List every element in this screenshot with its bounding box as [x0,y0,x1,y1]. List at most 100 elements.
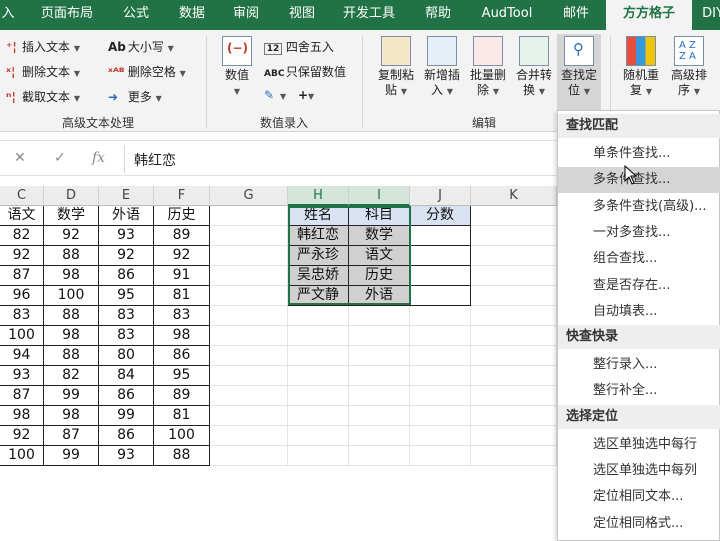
tab-help[interactable]: 帮助 [418,0,458,30]
menu-item[interactable]: 一对多查找... [558,220,720,246]
tab-review[interactable]: 审阅 [226,0,266,30]
table-cell[interactable]: 80 [99,346,154,366]
edit-format-button[interactable]: ✎ ▼ +▼ [264,88,314,102]
tab-insert[interactable]: 入 [0,0,16,30]
empty-cell[interactable] [471,426,557,446]
empty-cell[interactable] [210,346,288,366]
table-cell[interactable]: 83 [99,306,154,326]
empty-cell[interactable] [210,366,288,386]
menu-item[interactable]: 单条件查找... [558,141,720,167]
tab-page-layout[interactable]: 页面布局 [34,0,100,30]
confirm-icon[interactable]: ✓ [54,150,66,166]
empty-cell[interactable] [288,346,349,366]
table-cell[interactable]: 99 [44,446,99,466]
table-cell[interactable]: 82 [44,366,99,386]
tab-diy[interactable]: DIY [698,0,720,30]
lookup-cell[interactable]: 数学 [349,226,410,246]
table-cell[interactable]: 81 [154,406,210,426]
lookup-cell[interactable] [410,286,471,306]
table-cell[interactable]: 98 [0,406,44,426]
table-cell[interactable]: 89 [154,386,210,406]
lookup-cell[interactable]: 严永珍 [288,246,349,266]
empty-cell[interactable] [210,446,288,466]
empty-cell[interactable] [410,446,471,466]
column-header-k[interactable]: K [471,186,557,206]
empty-cell[interactable] [349,426,410,446]
empty-cell[interactable] [471,206,557,226]
lookup-header-cell[interactable]: 科目 [349,206,410,226]
column-header-h[interactable]: H [288,186,349,206]
table-cell[interactable]: 92 [44,226,99,246]
table-cell[interactable]: 86 [99,426,154,446]
empty-cell[interactable] [288,306,349,326]
table-cell[interactable]: 83 [154,306,210,326]
table-cell[interactable]: 86 [99,266,154,286]
table-cell[interactable]: 98 [44,406,99,426]
menu-item[interactable]: 整行补全... [558,378,720,404]
lookup-cell[interactable]: 韩红恋 [288,226,349,246]
table-cell[interactable]: 91 [154,266,210,286]
find-locate-button[interactable]: ⚲ 查找定位 ▼ [557,34,601,110]
table-cell[interactable]: 86 [154,346,210,366]
lookup-cell[interactable] [410,226,471,246]
empty-cell[interactable] [410,406,471,426]
empty-cell[interactable] [471,366,557,386]
empty-cell[interactable] [471,346,557,366]
delete-space-button[interactable]: ˣᴬᴮ 删除空格 ▼ [108,63,186,80]
menu-item[interactable]: 自动填表... [558,299,720,325]
empty-cell[interactable] [410,366,471,386]
table-cell[interactable]: 81 [154,286,210,306]
table-header-cell[interactable]: 语文 [0,206,44,226]
menu-item[interactable]: 定位相同格式... [558,511,720,537]
column-header-j[interactable]: J [410,186,471,206]
table-header-cell[interactable]: 历史 [154,206,210,226]
empty-cell[interactable] [349,446,410,466]
table-header-cell[interactable]: 外语 [99,206,154,226]
empty-cell[interactable] [471,226,557,246]
column-header-f[interactable]: F [154,186,210,206]
empty-cell[interactable] [210,286,288,306]
table-cell[interactable]: 95 [99,286,154,306]
empty-cell[interactable] [288,406,349,426]
empty-cell[interactable] [210,226,288,246]
empty-cell[interactable] [471,406,557,426]
table-cell[interactable]: 98 [44,326,99,346]
column-header-i[interactable]: I [349,186,410,206]
empty-cell[interactable] [288,326,349,346]
empty-cell[interactable] [471,386,557,406]
table-cell[interactable]: 92 [154,246,210,266]
table-cell[interactable]: 99 [99,406,154,426]
empty-cell[interactable] [471,446,557,466]
menu-item[interactable]: 整行录入... [558,352,720,378]
table-cell[interactable]: 92 [0,426,44,446]
tab-fangfang[interactable]: 方方格子 [606,0,692,30]
column-header-g[interactable]: G [210,186,288,206]
lookup-cell[interactable]: 外语 [349,286,410,306]
empty-cell[interactable] [210,206,288,226]
lookup-cell[interactable]: 历史 [349,266,410,286]
empty-cell[interactable] [210,326,288,346]
column-header-c[interactable]: C [0,186,44,206]
lookup-cell[interactable]: 语文 [349,246,410,266]
table-cell[interactable]: 86 [99,386,154,406]
batch-delete-button[interactable]: 批量删除 ▼ [466,36,510,99]
keep-numeric-button[interactable]: ABC 只保留数值 [264,63,346,80]
empty-cell[interactable] [349,406,410,426]
empty-cell[interactable] [210,266,288,286]
table-cell[interactable]: 82 [0,226,44,246]
lookup-header-cell[interactable]: 姓名 [288,206,349,226]
round-button[interactable]: 12 四舍五入 [264,38,334,55]
tab-audtool[interactable]: AudTool [472,0,542,30]
table-cell[interactable]: 100 [44,286,99,306]
tab-developer[interactable]: 开发工具 [336,0,402,30]
lookup-cell[interactable] [410,266,471,286]
table-cell[interactable]: 83 [99,326,154,346]
tab-formulas[interactable]: 公式 [116,0,156,30]
table-cell[interactable]: 96 [0,286,44,306]
fx-icon[interactable]: fx [92,150,105,166]
lookup-cell[interactable] [410,246,471,266]
table-cell[interactable]: 93 [0,366,44,386]
delete-text-button[interactable]: ˣ¦ 删除文本 ▼ [6,63,80,80]
cancel-icon[interactable]: ✕ [14,150,26,166]
table-cell[interactable]: 89 [154,226,210,246]
